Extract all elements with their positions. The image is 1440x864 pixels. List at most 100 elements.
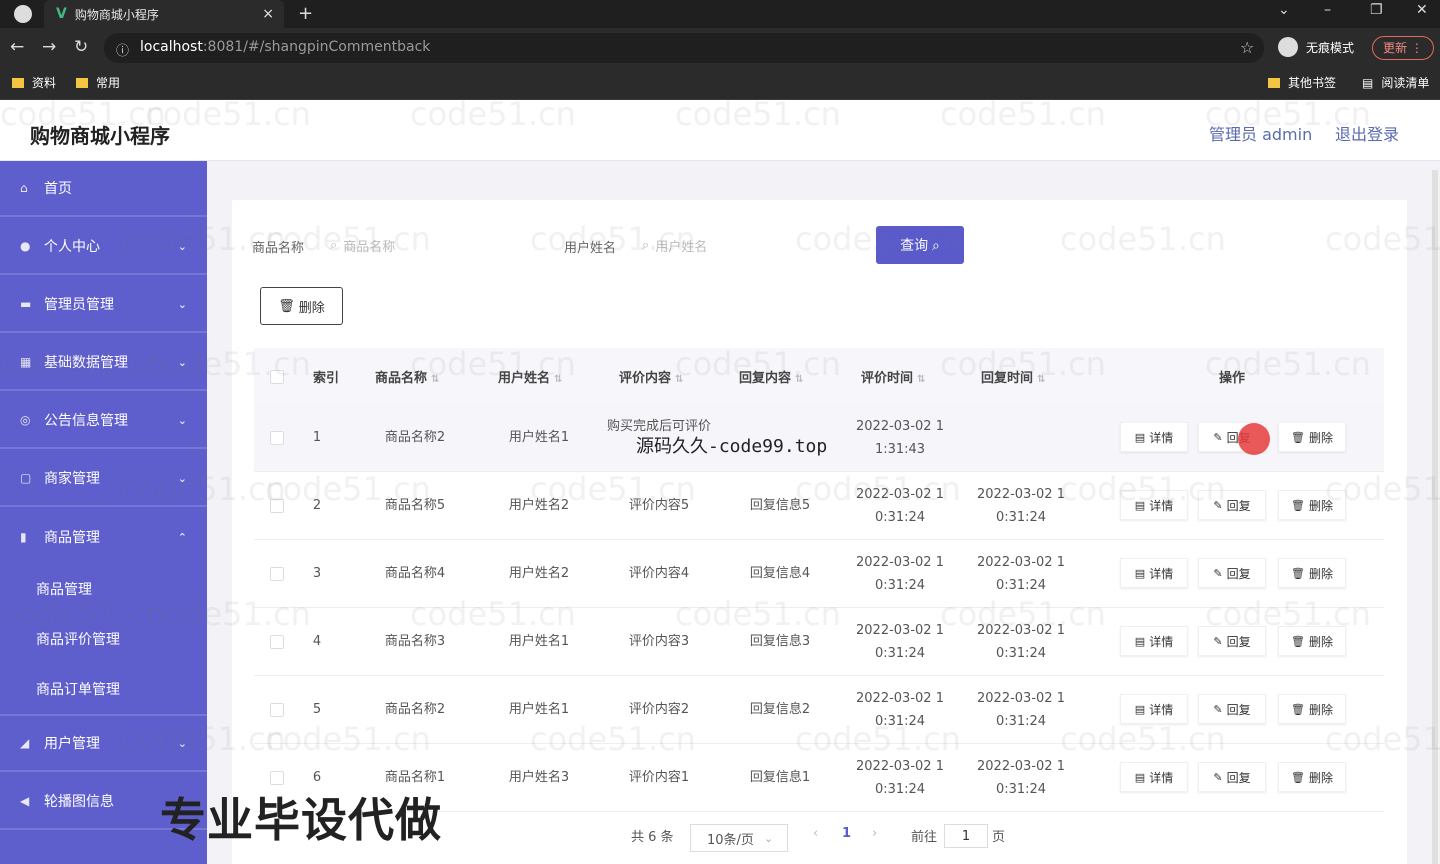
delete-button[interactable]: 🗑 删除 [1278,762,1346,792]
document-icon: ▤ [1134,566,1146,580]
bookmark-star-icon[interactable]: ☆ [1240,38,1254,57]
admin-icon: ▬ [20,297,32,311]
watermark-text: code51.cn [145,595,311,633]
trash-icon: 🗑 [1291,770,1305,784]
reading-list-icon: ▤ [1362,75,1374,90]
detail-button[interactable]: ▤ 详情 [1120,558,1188,588]
cell-content: 评价内容1 [628,770,690,785]
watermark-text: code51.cn [530,220,696,258]
row-checkbox[interactable] [270,703,284,717]
row-checkbox[interactable] [270,431,284,445]
cell-content: 评价内容2 [628,702,690,717]
reply-button[interactable]: ✎回复 [1198,558,1266,588]
bookmark-other[interactable]: 其他书签 [1268,74,1336,91]
forward-icon[interactable]: → [42,37,56,57]
reading-list[interactable]: ▤ 阅读清单 [1362,74,1429,91]
incognito-indicator[interactable]: 无痕模式 [1278,37,1354,57]
sidebar-item-admin[interactable]: ▬ 管理员管理 ⌄ [0,277,207,333]
row-checkbox[interactable] [270,771,284,785]
sidebar-item-notice[interactable]: ◎ 公告信息管理 ⌄ [0,393,207,449]
watermark-text: code51.cn [795,720,961,758]
folder-icon [12,77,24,88]
edit-icon: ✎ [1213,566,1223,580]
cell-index: 5 [312,702,322,717]
tab-search-icon[interactable]: ⌄ [1278,2,1290,18]
store-icon: ▢ [20,471,32,485]
browser-app-icon [14,5,32,23]
th-comment-time[interactable]: 评价时间 ⇅ [861,367,925,386]
th-content[interactable]: 评价内容 ⇅ [619,367,683,386]
cell-user: 用户姓名1 [508,430,570,445]
prev-page-icon[interactable]: ‹ [813,826,818,841]
sidebar: ⌂ 首页 ● 个人中心 ⌄ ▬ 管理员管理 ⌄ ▦ 基础数据管理 ⌄ ◎ 公告信息管理 ⌄ ▢ 商家… [0,161,207,864]
url-text: localhost:8081/#/shangpinCommentback [140,39,431,55]
cell-user: 用户姓名1 [508,634,570,649]
bookmark-ziliao[interactable]: 资料 [12,74,56,91]
edit-icon: ✎ [1213,430,1223,444]
close-window-icon[interactable]: ✕ [1416,2,1428,18]
reply-button[interactable]: ✎回复 [1198,762,1266,792]
watermark-text: code51.cn [1205,595,1371,633]
cell-user: 用户姓名1 [508,702,570,717]
watermark-text: code51.cn [675,345,841,383]
edit-icon: ✎ [1213,634,1223,648]
page-unit: 页 [992,830,1006,845]
update-button[interactable]: 更新 ⋮ [1372,36,1434,60]
scrollbar[interactable] [1432,170,1438,864]
sidebar-sub-order[interactable]: 商品订单管理 [0,664,207,716]
cell-comment-time: 2022-03-02 1 1:31:43 [856,419,944,457]
watermark-text: code51.cn [940,345,1106,383]
watermark-text: code51.cn [675,595,841,633]
vue-logo-icon: V [56,6,67,22]
cell-reply-time: 2022-03-02 1 0:31:24 [977,759,1065,797]
goto-page-input[interactable]: 1 [944,824,988,848]
minimize-icon[interactable]: – [1324,2,1331,18]
click-indicator [1238,423,1270,455]
cell-content: 评价内容3 [628,634,690,649]
delete-button[interactable]: 🗑 删除 [1278,422,1346,452]
new-tab-button[interactable]: + [298,3,313,24]
watermark-text: code51.cn [145,345,311,383]
home-icon: ⌂ [20,181,28,195]
watermark-text: code51.cn [0,595,166,633]
watermark-text: code51.cn [795,220,961,258]
page-size-select[interactable]: 10条/页 ⌄ [690,824,788,852]
detail-button[interactable]: ▤ 详情 [1120,762,1188,792]
reload-icon[interactable]: ↻ [74,37,88,57]
watermark-text: code51.cn [265,720,431,758]
cell-reply: 回复信息3 [749,634,811,649]
row-checkbox[interactable] [270,567,284,581]
page-1[interactable]: 1 [842,826,851,841]
watermark-text: code51.cn [940,95,1106,133]
detail-button[interactable]: ▤ 详情 [1120,422,1188,452]
trash-icon: 🗑 [278,298,295,313]
tab-close-icon[interactable]: × [262,6,274,22]
bookmark-changyong[interactable]: 常用 [76,74,120,91]
watermark-text: code51.cn [795,470,961,508]
folder-icon [76,77,88,88]
delete-button[interactable]: 🗑 删除 [1278,558,1346,588]
sidebar-item-home[interactable]: ⌂ 首页 [0,161,207,217]
watermark-text: code51.cn [1325,720,1440,758]
incognito-icon [1278,37,1298,57]
cell-index: 3 [312,566,322,581]
watermark-text: code51.cn [530,470,696,508]
trash-icon: 🗑 [1291,634,1305,648]
browser-tab[interactable]: V 购物商城小程序 × [44,0,284,28]
sidebar-item-product[interactable]: ▮ 商品管理 ⌃ [0,509,207,565]
restore-icon[interactable]: ❐ [1370,2,1383,18]
chart-icon: ▮ [20,530,27,544]
batch-delete-button[interactable]: 🗑 删除 [260,287,343,325]
cell-reply-time: 2022-03-02 1 0:31:24 [977,555,1065,593]
cell-content: 评价内容4 [628,566,690,581]
carousel-icon: ◀ [20,794,30,808]
row-checkbox[interactable] [270,635,284,649]
next-page-icon[interactable]: › [872,826,877,841]
cell-reply: 回复信息2 [749,702,811,717]
cell-product: 商品名称4 [384,566,446,581]
back-icon[interactable]: ← [10,37,24,57]
watermark-text: code51.cn [1060,220,1226,258]
site-info-icon[interactable]: ⓘ [116,40,129,59]
detail-button[interactable]: ▤ 详情 [1120,626,1188,656]
watermark-text: code51.cn [410,345,576,383]
